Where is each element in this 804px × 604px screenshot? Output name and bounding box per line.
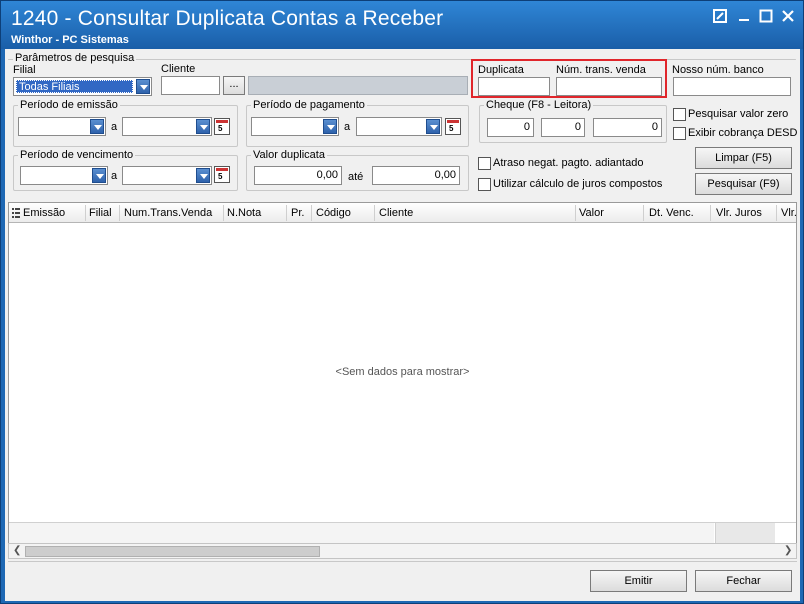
vencimento-from-date[interactable]	[20, 166, 108, 185]
col-pr[interactable]: Pr.	[291, 207, 304, 219]
chevron-down-icon[interactable]	[90, 119, 104, 134]
cliente-name-field	[248, 76, 468, 95]
valor-sep-label: até	[348, 171, 364, 183]
emissao-separator: a	[111, 121, 118, 133]
chevron-down-icon[interactable]	[196, 119, 210, 134]
grid-summary-row	[9, 523, 714, 543]
col-separator	[311, 205, 312, 221]
col-separator	[575, 205, 576, 221]
window-title: 1240 - Consultar Duplicata Contas a Rece…	[11, 7, 444, 30]
vencimento-separator: a	[111, 170, 118, 182]
exibir-cobranca-label: Exibir cobrança DESD	[688, 127, 798, 139]
cheque-field-3[interactable]: 0	[593, 118, 662, 137]
empty-state-text: <Sem dados para mostrar>	[335, 366, 470, 378]
emissao-from-date[interactable]	[18, 117, 106, 136]
fechar-button[interactable]: Fechar	[695, 570, 792, 592]
utilizar-calculo-checkbox[interactable]	[478, 178, 491, 191]
emissao-label: Período de emissão	[18, 99, 120, 111]
column-chooser-icon[interactable]	[12, 208, 20, 218]
pagamento-to-date[interactable]	[356, 117, 442, 136]
nosso-num-input[interactable]	[673, 77, 791, 96]
col-separator	[85, 205, 86, 221]
duplicata-input[interactable]	[478, 77, 550, 96]
scroll-left-icon[interactable]: ❮	[13, 545, 21, 556]
col-cliente[interactable]: Cliente	[379, 207, 413, 219]
cheque-field-2[interactable]: 0	[541, 118, 585, 137]
scroll-right-icon[interactable]: ❯	[784, 545, 792, 556]
results-grid[interactable]: Emissão Filial Num.Trans.Venda N.Nota Pr…	[8, 202, 797, 550]
col-separator	[223, 205, 224, 221]
chevron-down-icon[interactable]	[196, 168, 210, 183]
app-window: 1240 - Consultar Duplicata Contas a Rece…	[0, 0, 804, 604]
col-vlr[interactable]: Vlr.	[781, 207, 797, 219]
nosso-num-label: Nosso núm. banco	[672, 64, 764, 76]
chevron-down-icon[interactable]	[136, 79, 150, 94]
minimize-icon[interactable]	[735, 9, 753, 27]
chevron-down-icon[interactable]	[426, 119, 440, 134]
cliente-label: Cliente	[161, 63, 196, 75]
form-area: Parâmetros de pesquisa Filial Todas Fili…	[5, 49, 800, 601]
col-codigo[interactable]: Código	[316, 207, 351, 219]
num-trans-label: Núm. trans. venda	[556, 64, 646, 76]
num-trans-input[interactable]	[556, 77, 662, 96]
atraso-negat-checkbox[interactable]	[478, 157, 491, 170]
calendar-icon[interactable]: 5	[445, 118, 461, 135]
pesquisar-valor-zero-label: Pesquisar valor zero	[688, 108, 789, 120]
chevron-down-icon[interactable]	[323, 119, 337, 134]
params-group-label: Parâmetros de pesquisa	[13, 52, 137, 64]
col-separator	[710, 205, 711, 221]
vencimento-to-date[interactable]	[122, 166, 212, 185]
footer-bar: Emitir Fechar	[8, 561, 797, 599]
pagamento-separator: a	[344, 121, 351, 133]
cheque-field-1[interactable]: 0	[487, 118, 534, 137]
limpar-button[interactable]: Limpar (F5)	[695, 147, 792, 169]
filial-select[interactable]: Todas Filiais	[13, 77, 152, 96]
emitir-button[interactable]: Emitir	[590, 570, 687, 592]
valor-from-input[interactable]: 0,00	[254, 166, 342, 185]
grid-summary-cell	[715, 523, 775, 543]
col-num-trans-venda[interactable]: Num.Trans.Venda	[124, 207, 212, 219]
horizontal-scrollbar[interactable]: ❮ ❯	[8, 543, 797, 559]
pesquisar-button[interactable]: Pesquisar (F9)	[695, 173, 792, 195]
exibir-cobranca-checkbox[interactable]	[673, 127, 686, 140]
valor-duplicata-label: Valor duplicata	[251, 149, 327, 161]
col-filial[interactable]: Filial	[89, 207, 112, 219]
close-icon[interactable]	[779, 9, 797, 27]
title-bar[interactable]: 1240 - Consultar Duplicata Contas a Rece…	[1, 1, 803, 49]
col-separator	[776, 205, 777, 221]
grid-header: Emissão Filial Num.Trans.Venda N.Nota Pr…	[9, 203, 797, 223]
col-separator	[119, 205, 120, 221]
col-n-nota[interactable]: N.Nota	[227, 207, 261, 219]
maximize-icon[interactable]	[757, 9, 775, 27]
calendar-icon[interactable]: 5	[214, 166, 230, 183]
emissao-to-date[interactable]	[122, 117, 212, 136]
col-dt-venc[interactable]: Dt. Venc.	[649, 207, 694, 219]
vencimento-label: Período de vencimento	[18, 149, 136, 161]
duplicata-label: Duplicata	[478, 64, 524, 76]
scrollbar-thumb[interactable]	[25, 546, 320, 557]
col-vlr-juros[interactable]: Vlr. Juros	[716, 207, 762, 219]
cliente-search-button[interactable]: ...	[223, 76, 245, 95]
pagamento-label: Período de pagamento	[251, 99, 367, 111]
atraso-negat-label: Atraso negat. pagto. adiantado	[493, 157, 644, 169]
utilizar-calculo-label: Utilizar cálculo de juros compostos	[493, 178, 663, 190]
filial-label: Filial	[13, 64, 36, 76]
cliente-code-input[interactable]	[161, 76, 220, 95]
col-separator	[374, 205, 375, 221]
pagamento-from-date[interactable]	[251, 117, 339, 136]
pesquisar-valor-zero-checkbox[interactable]	[673, 108, 686, 121]
restore-icon[interactable]	[711, 9, 729, 27]
col-separator	[286, 205, 287, 221]
chevron-down-icon[interactable]	[92, 168, 106, 183]
filial-selected-value: Todas Filiais	[16, 80, 133, 93]
calendar-icon[interactable]: 5	[214, 118, 230, 135]
cheque-label: Cheque (F8 - Leitora)	[484, 99, 594, 111]
col-valor[interactable]: Valor	[579, 207, 604, 219]
col-separator	[643, 205, 644, 221]
window-subtitle: Winthor - PC Sistemas	[11, 34, 129, 46]
col-emissao[interactable]: Emissão	[23, 207, 65, 219]
valor-to-input[interactable]: 0,00	[372, 166, 460, 185]
